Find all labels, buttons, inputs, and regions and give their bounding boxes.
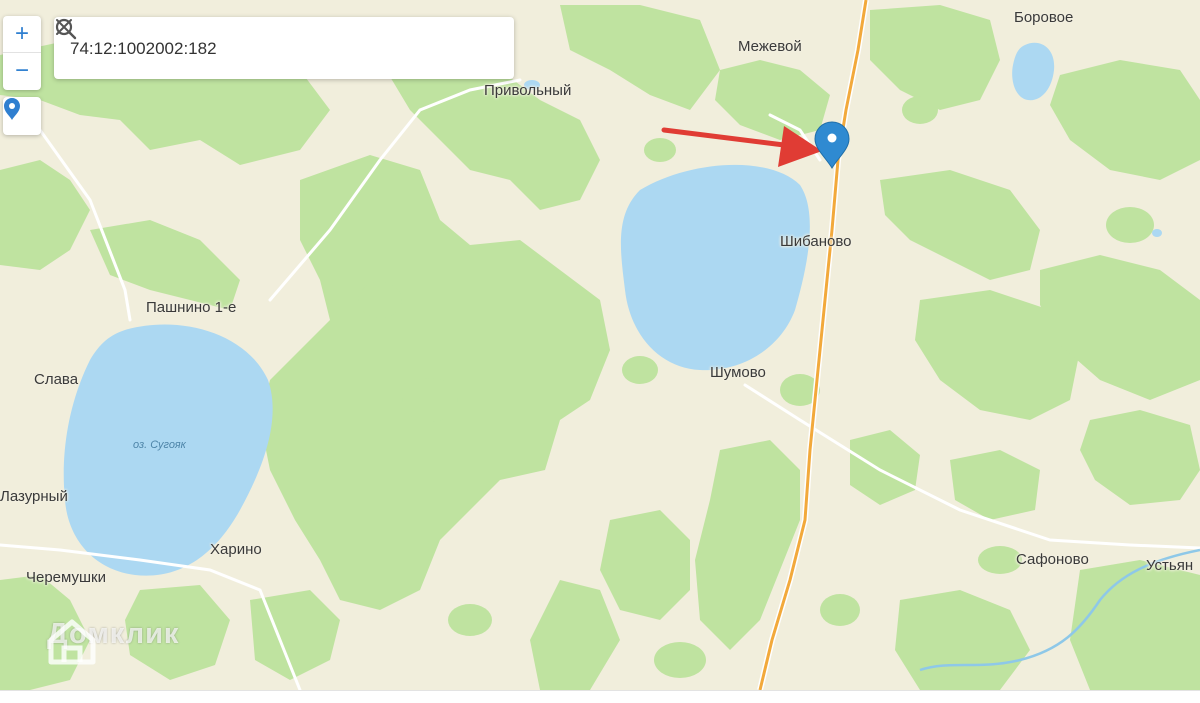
place-label-slava: Слава: [34, 371, 79, 388]
location-pin-icon: [4, 98, 20, 120]
locate-button[interactable]: [3, 97, 41, 135]
zoom-control: + −: [3, 16, 41, 90]
place-label-shumovo: Шумово: [710, 364, 766, 381]
watermark: Домклик: [47, 618, 179, 665]
search-icon[interactable]: [54, 17, 78, 41]
lake-label-sugoyak: оз. Сугояк: [133, 439, 186, 451]
zoom-out-button[interactable]: −: [3, 53, 41, 89]
map-canvas[interactable]: Боровое Межевой Привольный Шибаново Пашн…: [0, 0, 1200, 690]
place-label-safonovo: Сафоново: [1016, 551, 1089, 568]
place-label-privolny: Привольный: [484, 82, 572, 99]
place-label-kharino: Харино: [210, 541, 262, 558]
zoom-in-button[interactable]: +: [3, 16, 41, 53]
place-label-pashnino: Пашнино 1-е: [146, 299, 237, 316]
place-label-borovoe: Боровое: [1014, 9, 1074, 26]
map-layer: [0, 0, 1200, 690]
place-label-ustyany: Устьян: [1146, 557, 1194, 574]
place-label-shibanovo: Шибаново: [780, 233, 852, 250]
place-label-mezhevoy: Межевой: [738, 38, 802, 55]
search-box: [54, 17, 514, 79]
search-input[interactable]: [68, 35, 432, 63]
house-logo-icon: [48, 619, 96, 665]
place-label-cheremushki: Черемушки: [26, 569, 106, 586]
bottom-strip: [0, 690, 1200, 703]
place-label-lazurny: Лазурный: [0, 488, 68, 505]
